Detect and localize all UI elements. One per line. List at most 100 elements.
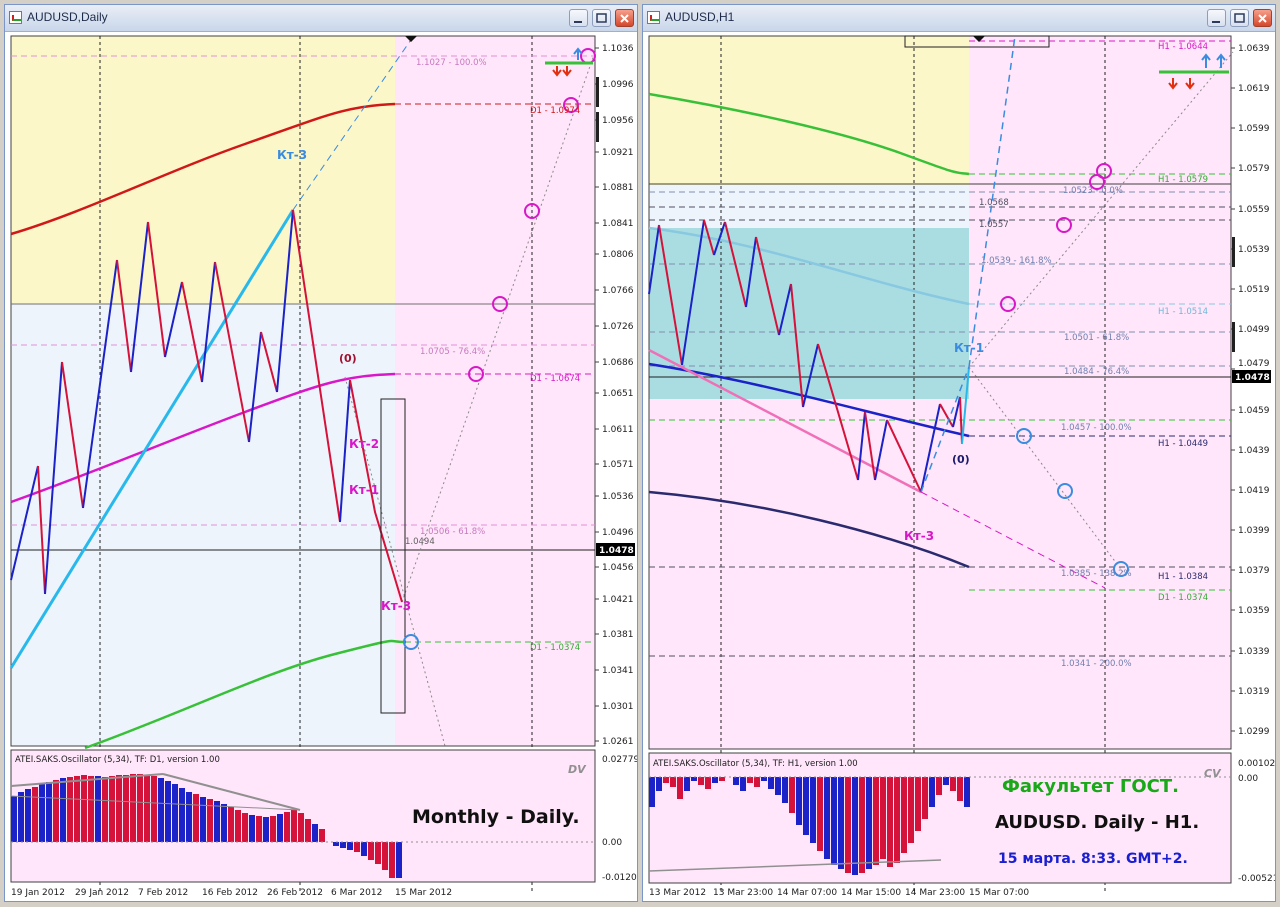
fib-200-label: 1.0341 - 200.0%	[1061, 659, 1132, 669]
price-scale-marker-2	[1232, 322, 1235, 352]
price-label: 1.0419	[1238, 486, 1270, 496]
title-bar[interactable]: AUDUSD,Daily	[5, 5, 637, 32]
maximize-button[interactable]	[1230, 9, 1249, 27]
date-label: 15 Mar 2012	[395, 888, 452, 898]
oscillator-header: ATEI.SAKS.Oscillator (5,34), TF: H1, ver…	[653, 759, 858, 769]
oscillator-caption: Monthly - Daily.	[412, 806, 580, 828]
price-scale-marker	[1232, 237, 1235, 267]
date-label: 26 Feb 2012	[267, 888, 323, 898]
price-label: 1.0806	[602, 250, 634, 260]
oscillator-header: ATEI.SAKS.Oscillator (5,34), TF: D1, ver…	[15, 755, 220, 765]
price-label: 1.0571	[602, 460, 634, 470]
fib-138-label: 1.0385 - 138.2%	[1061, 569, 1132, 579]
zone-pink-lower	[649, 399, 969, 749]
price-axis-labels: 1.0639 1.0619 1.0599 1.0579 1.0559 1.053…	[1238, 44, 1270, 737]
kt1-label: Кт-1	[954, 341, 984, 355]
price-scale-marker-2	[596, 112, 599, 142]
maximize-button[interactable]	[592, 9, 611, 27]
date-label: 15 Mar 07:00	[969, 888, 1029, 898]
fib-100-label: 1.1027 - 100.0%	[416, 58, 487, 68]
price-label: 1.0921	[602, 148, 634, 158]
price-label: 1.0359	[1238, 606, 1270, 616]
close-button[interactable]	[615, 9, 634, 27]
title-bar[interactable]: AUDUSD,H1	[643, 5, 1275, 32]
current-price-label: 1.0478	[1235, 373, 1270, 383]
price-label: 1.0726	[602, 322, 634, 332]
price-label: 1.0399	[1238, 526, 1270, 536]
price-label: 1.0456	[602, 563, 634, 573]
price-label: 1.0619	[1238, 84, 1270, 94]
lvl-1-0557-label: 1.0557	[979, 220, 1009, 230]
fib-76-label: 1.0705 - 76.4%	[420, 347, 485, 357]
h1-1-0579-label: H1 - 1.0579	[1158, 175, 1208, 185]
d1-upper-label: D1 - 1.0974	[530, 106, 580, 116]
fib-161-label: 1.0539 - 161.8%	[981, 256, 1052, 266]
zone-pink	[969, 36, 1231, 749]
kt3-bottom-label: Кт-3	[381, 599, 411, 613]
kt2-label: Кт-2	[349, 437, 379, 451]
zone-yellow	[11, 36, 395, 304]
oscillator-scale-bottom: -0.01209	[602, 873, 637, 883]
chart-window-daily[interactable]: AUDUSD,Daily 1.1036 1.0996 1.0956 1.0921…	[4, 4, 638, 902]
price-label: 1.0439	[1238, 446, 1270, 456]
price-label: 1.0881	[602, 183, 634, 193]
caption-title: Факультет ГОСТ.	[1002, 776, 1179, 797]
price-scale-marker	[596, 77, 599, 107]
price-label: 1.0539	[1238, 245, 1270, 255]
price-label: 1.0341	[602, 666, 634, 676]
date-label: 19 Jan 2012	[11, 888, 65, 898]
price-label: 1.0579	[1238, 164, 1270, 174]
chart-window-h1[interactable]: AUDUSD,H1 1.0639 1.0619 1.0599 1.0579 1.…	[642, 4, 1276, 902]
date-label: 6 Mar 2012	[331, 888, 382, 898]
price-label: 1.0261	[602, 737, 634, 747]
fib-76-label: 1.0484 - 76.4%	[1064, 367, 1129, 377]
minimize-button[interactable]	[1207, 9, 1226, 27]
caption-pair: AUDUSD. Daily - H1.	[995, 812, 1199, 833]
price-label: 1.0599	[1238, 124, 1270, 134]
kt3-label: Кт-3	[904, 529, 934, 543]
price-label: 1.0651	[602, 389, 634, 399]
h1-chart-area[interactable]: 1.0639 1.0619 1.0599 1.0579 1.0559 1.053…	[643, 32, 1275, 901]
current-price-label: 1.0478	[599, 546, 634, 556]
zone-yellow	[649, 36, 969, 185]
price-label: 1.0301	[602, 702, 634, 712]
price-label: 1.0499	[1238, 325, 1270, 335]
minimize-button[interactable]	[569, 9, 588, 27]
fib-61-label: 1.0506 - 61.8%	[420, 527, 485, 537]
price-label: 1.0381	[602, 630, 634, 640]
fib-0-label: 1.0523 - 0.0%	[1063, 186, 1123, 196]
caption-date: 15 марта. 8:33. GMT+2.	[998, 851, 1188, 867]
close-button[interactable]	[1253, 9, 1272, 27]
zone-pink	[395, 36, 595, 746]
h1-1-0384-label: H1 - 1.0384	[1158, 572, 1208, 582]
price-label: 1.0339	[1238, 647, 1270, 657]
date-label: 14 Mar 23:00	[905, 888, 965, 898]
price-label: 1.0536	[602, 492, 634, 502]
price-axis-labels: 1.1036 1.0996 1.0956 1.0921 1.0881 1.084…	[602, 44, 634, 747]
price-label: 1.0559	[1238, 205, 1270, 215]
kt3-top-label: Кт-3	[277, 148, 307, 162]
oscillator-corner-tag: CV	[1204, 767, 1222, 780]
fib-100-label: 1.0457 - 100.0%	[1061, 423, 1132, 433]
date-label: 14 Mar 15:00	[841, 888, 901, 898]
oscillator-scale-top: 0.00102	[1238, 759, 1275, 769]
d1-mid-label: D1 - 1.0674	[530, 374, 580, 384]
d1-1-0374-label: D1 - 1.0374	[1158, 593, 1208, 603]
date-axis-labels: 13 Mar 2012 13 Mar 23:00 14 Mar 07:00 14…	[649, 888, 1029, 898]
date-label: 13 Mar 23:00	[713, 888, 773, 898]
daily-chart-area[interactable]: 1.1036 1.0996 1.0956 1.0921 1.0881 1.084…	[5, 32, 637, 901]
oscillator-scale-zero: 0.00	[602, 838, 622, 848]
price-label: 1.0379	[1238, 566, 1270, 576]
chart-icon	[647, 11, 660, 24]
price-ticks	[1231, 47, 1235, 732]
h1-1-0449-label: H1 - 1.0449	[1158, 439, 1208, 449]
zero-label: (0)	[952, 453, 970, 466]
h1-1-0514-label: H1 - 1.0514	[1158, 307, 1208, 317]
oscillator-scale-zero: 0.00	[1238, 774, 1258, 784]
oscillator-scale-bottom: -0.00521	[1238, 874, 1275, 884]
price-label: 1.0996	[602, 80, 634, 90]
price-ticks	[595, 47, 599, 742]
price-label: 1.1036	[602, 44, 634, 54]
lvl-1-0568-label: 1.0568	[979, 198, 1009, 208]
date-axis-labels: 19 Jan 2012 29 Jan 2012 7 Feb 2012 16 Fe…	[11, 888, 452, 898]
